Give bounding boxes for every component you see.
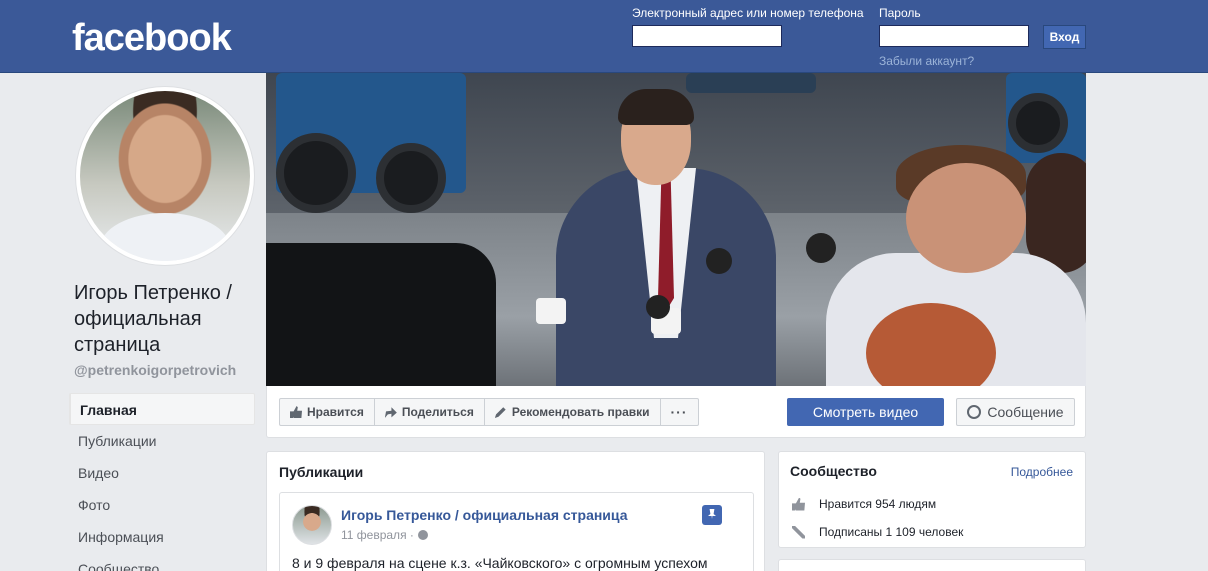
pencil-icon — [494, 407, 506, 418]
share-button[interactable]: Поделиться — [375, 399, 485, 425]
cover-person-hair — [618, 89, 694, 125]
page-title[interactable]: Игорь Петренко / официальная страница — [74, 280, 264, 358]
post-date[interactable]: 11 февраля · — [341, 528, 428, 542]
like-button[interactable]: Нравится — [280, 399, 375, 425]
posts-panel: Публикации Игорь Петренко / официальная … — [266, 451, 765, 571]
nav-item-posts[interactable]: Публикации — [69, 425, 255, 457]
nav-item-community[interactable]: Сообщество — [69, 553, 255, 571]
more-options-button[interactable]: ··· — [661, 399, 698, 425]
suggest-edits-button[interactable]: Рекомендовать правки — [485, 399, 661, 425]
thumbs-up-icon — [792, 497, 805, 511]
cover-mic-flag — [536, 298, 566, 324]
messenger-icon — [967, 405, 982, 419]
cover-reporter-face — [906, 163, 1026, 273]
cover-wheel — [376, 143, 446, 213]
like-label: Нравится — [307, 405, 364, 419]
suggest-edits-label: Рекомендовать правки — [511, 405, 650, 419]
pin-icon — [702, 505, 722, 525]
top-bar: facebook Электронный адрес или номер тел… — [0, 0, 1208, 73]
post-text: 8 и 9 февраля на сцене к.з. «Чайковского… — [292, 555, 708, 571]
avatar-shirt — [100, 213, 230, 261]
community-title: Сообщество — [790, 463, 877, 479]
forgot-account-link[interactable]: Забыли аккаунт? — [879, 54, 974, 68]
community-followers-row: Подписаны 1 109 человек — [792, 525, 963, 539]
cover-truck-back — [686, 73, 816, 93]
share-label: Поделиться — [401, 405, 474, 419]
community-more-link[interactable]: Подробнее — [1011, 465, 1073, 479]
message-label: Сообщение — [987, 404, 1064, 420]
email-input[interactable] — [632, 25, 782, 47]
cover-microphone — [646, 295, 670, 319]
cover-wheel — [276, 133, 356, 213]
globe-icon — [417, 530, 428, 540]
thumbs-up-icon — [290, 406, 302, 418]
cover-wheel — [1008, 93, 1068, 153]
posts-panel-title: Публикации — [279, 464, 364, 480]
email-label: Электронный адрес или номер телефона — [632, 6, 864, 20]
message-button[interactable]: Сообщение — [956, 398, 1075, 426]
next-panel — [778, 559, 1086, 571]
community-likes-text: Нравится 954 людям — [819, 497, 937, 511]
facebook-logo[interactable]: facebook — [72, 18, 232, 58]
nav-item-about[interactable]: Информация — [69, 521, 255, 553]
cover-microphone — [706, 248, 732, 274]
post-date-text: 11 февраля · — [341, 528, 414, 542]
cover-microphone — [806, 233, 836, 263]
nav-item-photos[interactable]: Фото — [69, 489, 255, 521]
login-button[interactable]: Вход — [1043, 25, 1086, 49]
rss-follow-icon — [792, 525, 805, 539]
pinned-post: Игорь Петренко / официальная страница 11… — [279, 492, 754, 571]
post-author-avatar[interactable] — [292, 505, 332, 545]
community-panel: Сообщество Подробнее Нравится 954 людям … — [778, 451, 1086, 548]
profile-avatar — [80, 91, 250, 261]
watch-video-button[interactable]: Смотреть видео — [787, 398, 944, 426]
left-nav: Главная Публикации Видео Фото Информация… — [69, 393, 255, 571]
password-label: Пароль — [879, 6, 921, 20]
share-arrow-icon — [384, 407, 397, 418]
page-username: @petrenkoigorpetrovich — [74, 362, 237, 378]
nav-item-home[interactable]: Главная — [69, 393, 255, 425]
profile-avatar-frame[interactable] — [75, 86, 255, 266]
action-button-group: Нравится Поделиться Рекомендовать правки… — [279, 398, 699, 426]
community-likes-row: Нравится 954 людям — [792, 497, 936, 511]
post-author-link[interactable]: Игорь Петренко / официальная страница — [341, 507, 627, 523]
password-input[interactable] — [879, 25, 1029, 47]
community-followers-text: Подписаны 1 109 человек — [819, 525, 964, 539]
nav-item-videos[interactable]: Видео — [69, 457, 255, 489]
cover-camera — [266, 243, 496, 386]
page-action-bar: Нравится Поделиться Рекомендовать правки… — [266, 386, 1086, 438]
cover-photo[interactable] — [266, 73, 1086, 386]
